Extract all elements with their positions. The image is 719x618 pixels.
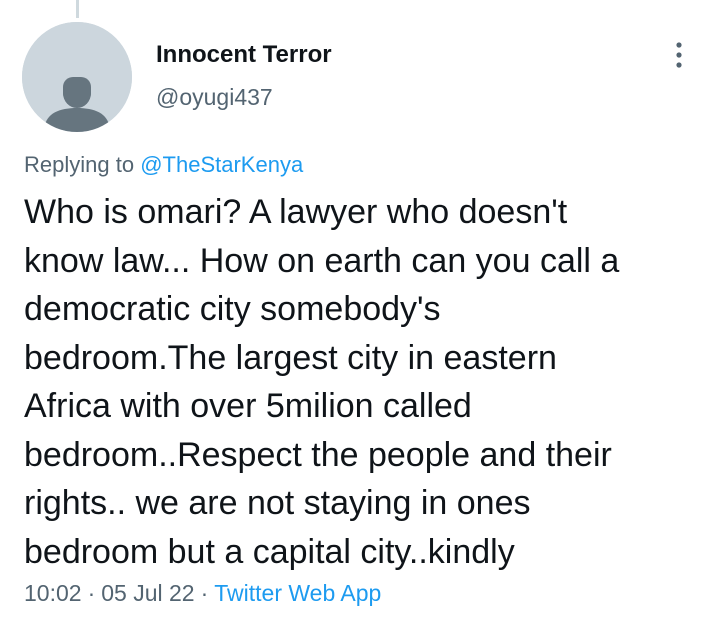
tweet-text-line: bedroom.The largest city in eastern xyxy=(24,338,557,377)
tweet-text-line: Who is omari? A lawyer who doesn't xyxy=(24,193,568,231)
tweet-metadata: 10:02 · 05 Jul 22 · Twitter Web App xyxy=(24,580,381,607)
tweet-text-line: democratic city somebody's xyxy=(24,290,441,328)
tweet-text-line: Africa with over 5milion called xyxy=(24,387,472,425)
avatar[interactable] xyxy=(22,22,132,132)
separator-dot: · xyxy=(87,580,96,606)
thread-connector-line xyxy=(76,0,79,18)
tweet-source-link[interactable]: Twitter Web App xyxy=(214,580,381,606)
more-options-icon xyxy=(676,42,682,68)
tweet-text-line: bedroom but a capital city..kindly xyxy=(24,532,515,571)
author-name[interactable]: Innocent Terror xyxy=(156,41,332,69)
author-handle[interactable]: @oyugi437 xyxy=(156,84,273,111)
tweet-date-link[interactable]: 05 Jul 22 xyxy=(101,580,194,606)
replying-to-line: Replying to @TheStarKenya xyxy=(24,152,303,178)
replying-to-label: Replying to xyxy=(24,152,135,177)
tweet-text: Who is omari? A lawyer who doesn't know … xyxy=(24,188,704,576)
tweet-text-line: bedroom..Respect the people and their xyxy=(24,435,612,474)
tweet-time-link[interactable]: 10:02 xyxy=(24,580,82,606)
default-avatar-icon xyxy=(22,22,132,132)
tweet-text-line: rights.. we are not staying in ones xyxy=(24,484,531,522)
tweet-text-line: know law... How on earth can you call a xyxy=(24,241,620,280)
separator-dot: · xyxy=(200,580,209,606)
more-options-button[interactable] xyxy=(666,40,692,70)
replying-to-mention-link[interactable]: @TheStarKenya xyxy=(140,152,303,177)
